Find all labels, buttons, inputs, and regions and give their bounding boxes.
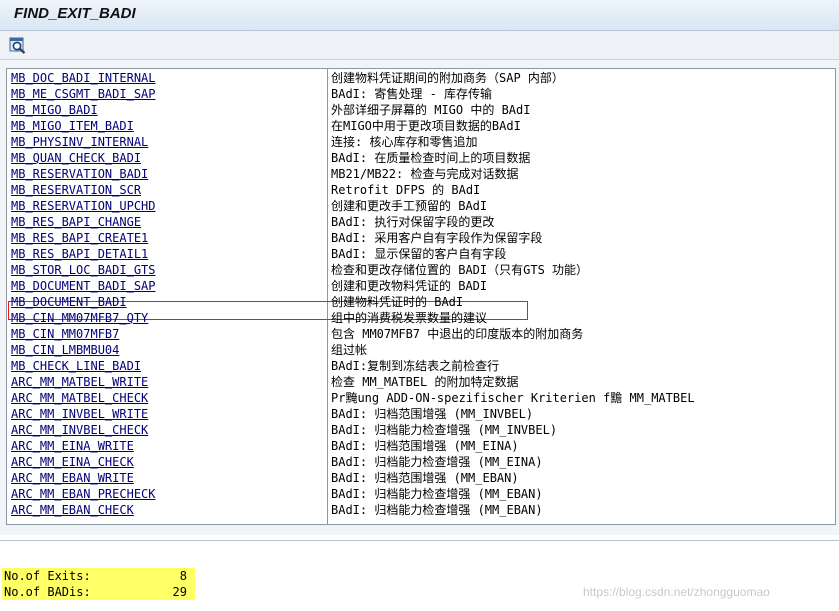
badi-name-link[interactable]: MB_PHYSINV_INTERNAL bbox=[11, 134, 325, 150]
badi-description: BAdI: 归档能力检查增强 (MM_EBAN) bbox=[331, 503, 543, 517]
find-button[interactable] bbox=[9, 36, 27, 54]
table-row: MB_RES_BAPI_DETAIL1 BAdI: 显示保留的客户自有字段 bbox=[7, 246, 835, 262]
badi-description: BAdI: 在质量检查时间上的项目数据 bbox=[331, 151, 531, 165]
table-row: MB_CIN_MM07MFB7 包含 MM07MFB7 中退出的印度版本的附加商务 bbox=[7, 326, 835, 342]
table-row: MB_STOR_LOC_BADI_GTS 检查和更改存储位置的 BADI（只有GT… bbox=[7, 262, 835, 278]
badi-description: BAdI: 寄售处理 - 库存传输 bbox=[331, 87, 493, 101]
table-row: ARC_MM_INVBEL_WRITE BAdI: 归档范围增强 (MM_INVB… bbox=[7, 406, 835, 422]
badi-description: BAdI: 归档范围增强 (MM_INVBEL) bbox=[331, 407, 534, 421]
badi-name-link[interactable]: MB_RES_BAPI_CHANGE bbox=[11, 214, 325, 230]
divider-line bbox=[0, 540, 839, 541]
badi-name-link[interactable]: ARC_MM_EBAN_WRITE bbox=[11, 470, 325, 486]
badi-name-link[interactable]: MB_ME_CSGMT_BADI_SAP bbox=[11, 86, 325, 102]
table-row: ARC_MM_MATBEL_CHECK Pr黤ung ADD-ON-spezifi… bbox=[7, 390, 835, 406]
table-row: MB_RES_BAPI_CREATE1 BAdI: 采用客户自有字段作为保留字段 bbox=[7, 230, 835, 246]
badi-description: 检查和更改存储位置的 BADI（只有GTS 功能） bbox=[331, 263, 589, 277]
badi-name-link[interactable]: MB_STOR_LOC_BADI_GTS bbox=[11, 262, 325, 278]
badi-description: 创建物料凭证时的 BAdI bbox=[331, 295, 464, 309]
badi-description: Retrofit DFPS 的 BAdI bbox=[331, 183, 481, 197]
badi-result-table: MB_DOC_BADI_INTERNAL 创建物料凭证期间的附加商务（SAP 内部… bbox=[6, 68, 836, 525]
table-row: MB_CIN_MM07MFB7_QTY 组中的消费税发票数量的建议 bbox=[7, 310, 835, 326]
table-row: ARC_MM_EBAN_PRECHECK BAdI: 归档能力检查增强 (MM_E… bbox=[7, 486, 835, 502]
table-row: ARC_MM_MATBEL_WRITE 检查 MM_MATBEL 的附加特定数据 bbox=[7, 374, 835, 390]
badi-description: BAdI:复制到冻结表之前检查行 bbox=[331, 359, 500, 373]
title-bar: FIND_EXIT_BADI bbox=[0, 0, 839, 31]
table-row: ARC_MM_EINA_CHECK BAdI: 归档能力检查增强 (MM_EINA… bbox=[7, 454, 835, 470]
table-row: ARC_MM_EBAN_CHECK BAdI: 归档能力检查增强 (MM_EBAN… bbox=[7, 502, 835, 518]
badi-description: 创建物料凭证期间的附加商务（SAP 内部） bbox=[331, 71, 564, 85]
page-title: FIND_EXIT_BADI bbox=[14, 5, 136, 22]
badi-description: BAdI: 执行对保留字段的更改 bbox=[331, 215, 495, 229]
badi-name-link[interactable]: MB_CIN_MM07MFB7 bbox=[11, 326, 325, 342]
badi-description: BAdI: 显示保留的客户自有字段 bbox=[331, 247, 507, 261]
badi-description: 在MIGO中用于更改项目数据的BAdI bbox=[331, 119, 521, 133]
application-toolbar bbox=[0, 31, 839, 60]
badi-description: BAdI: 归档能力检查增强 (MM_EBAN) bbox=[331, 487, 543, 501]
badi-description: 创建和更改物料凭证的 BADI bbox=[331, 279, 488, 293]
table-row: MB_RESERVATION_BADI MB21/MB22: 检查与完成对话数据 bbox=[7, 166, 835, 182]
table-row: ARC_MM_INVBEL_CHECK BAdI: 归档能力检查增强 (MM_IN… bbox=[7, 422, 835, 438]
table-row-highlighted: MB_DOCUMENT_BADI 创建物料凭证时的 BAdI bbox=[7, 294, 835, 310]
badi-description: 创建和更改手工预留的 BAdI bbox=[331, 199, 488, 213]
badi-description: BAdI: 归档范围增强 (MM_EINA) bbox=[331, 439, 519, 453]
badis-count-value: 29 bbox=[172, 585, 187, 599]
badi-name-link[interactable]: MB_DOCUMENT_BADI bbox=[11, 294, 325, 310]
badi-name-link[interactable]: MB_MIGO_BADI bbox=[11, 102, 325, 118]
badi-name-link[interactable]: MB_RES_BAPI_CREATE1 bbox=[11, 230, 325, 246]
exits-count-label: No.of Exits: bbox=[4, 569, 91, 583]
badi-name-link[interactable]: MB_RESERVATION_UPCHD bbox=[11, 198, 325, 214]
badi-name-link[interactable]: ARC_MM_INVBEL_CHECK bbox=[11, 422, 325, 438]
badi-name-link[interactable]: MB_QUAN_CHECK_BADI bbox=[11, 150, 325, 166]
badis-count-row: No.of BADis: 29 bbox=[2, 584, 195, 600]
table-row: ARC_MM_EINA_WRITE BAdI: 归档范围增强 (MM_EINA) bbox=[7, 438, 835, 454]
badis-count-label: No.of BADis: bbox=[4, 585, 91, 599]
badi-name-link[interactable]: ARC_MM_EBAN_CHECK bbox=[11, 502, 325, 518]
badi-name-link[interactable]: MB_RESERVATION_BADI bbox=[11, 166, 325, 182]
badi-description: 包含 MM07MFB7 中退出的印度版本的附加商务 bbox=[331, 327, 584, 341]
table-row: ARC_MM_EBAN_WRITE BAdI: 归档范围增强 (MM_EBAN) bbox=[7, 470, 835, 486]
exits-count-value: 8 bbox=[179, 569, 187, 583]
table-row: MB_DOC_BADI_INTERNAL 创建物料凭证期间的附加商务（SAP 内部… bbox=[7, 70, 835, 86]
table-row: MB_PHYSINV_INTERNAL 连接: 核心库存和零售追加 bbox=[7, 134, 835, 150]
badi-name-link[interactable]: MB_MIGO_ITEM_BADI bbox=[11, 118, 325, 134]
badi-name-link[interactable]: ARC_MM_MATBEL_WRITE bbox=[11, 374, 325, 390]
badi-description: 组过帐 bbox=[331, 343, 368, 357]
watermark: https://blog.csdn.net/zhongguomao bbox=[583, 585, 770, 599]
find-icon bbox=[9, 37, 26, 54]
result-area: MB_DOC_BADI_INTERNAL 创建物料凭证期间的附加商务（SAP 内部… bbox=[0, 60, 839, 535]
badi-description: BAdI: 归档能力检查增强 (MM_INVBEL) bbox=[331, 423, 558, 437]
badi-name-link[interactable]: MB_DOC_BADI_INTERNAL bbox=[11, 70, 325, 86]
table-row: MB_MIGO_BADI 外部详细子屏幕的 MIGO 中的 BAdI bbox=[7, 102, 835, 118]
badi-name-link[interactable]: ARC_MM_EBAN_PRECHECK bbox=[11, 486, 325, 502]
badi-name-link[interactable]: MB_DOCUMENT_BADI_SAP bbox=[11, 278, 325, 294]
table-row: MB_DOCUMENT_BADI_SAP 创建和更改物料凭证的 BADI bbox=[7, 278, 835, 294]
badi-description: 外部详细子屏幕的 MIGO 中的 BAdI bbox=[331, 103, 531, 117]
badi-description: Pr黤ung ADD-ON-spezifischer Kriterien f黵 … bbox=[331, 391, 695, 405]
table-row: MB_MIGO_ITEM_BADI 在MIGO中用于更改项目数据的BAdI bbox=[7, 118, 835, 134]
badi-name-link[interactable]: MB_CHECK_LINE_BADI bbox=[11, 358, 325, 374]
badi-name-link[interactable]: MB_RES_BAPI_DETAIL1 bbox=[11, 246, 325, 262]
badi-name-link[interactable]: MB_CIN_MM07MFB7_QTY bbox=[11, 310, 325, 326]
badi-name-link[interactable]: ARC_MM_EINA_CHECK bbox=[11, 454, 325, 470]
table-row: MB_RESERVATION_UPCHD 创建和更改手工预留的 BAdI bbox=[7, 198, 835, 214]
badi-description: BAdI: 归档范围增强 (MM_EBAN) bbox=[331, 471, 519, 485]
badi-name-link[interactable]: ARC_MM_INVBEL_WRITE bbox=[11, 406, 325, 422]
badi-description: MB21/MB22: 检查与完成对话数据 bbox=[331, 167, 519, 181]
table-row: MB_RES_BAPI_CHANGE BAdI: 执行对保留字段的更改 bbox=[7, 214, 835, 230]
exits-count-row: No.of Exits: 8 bbox=[2, 568, 195, 584]
table-row: MB_RESERVATION_SCR Retrofit DFPS 的 BAdI bbox=[7, 182, 835, 198]
table-row: MB_CHECK_LINE_BADI BAdI:复制到冻结表之前检查行 bbox=[7, 358, 835, 374]
table-row: MB_ME_CSGMT_BADI_SAP BAdI: 寄售处理 - 库存传输 bbox=[7, 86, 835, 102]
badi-description: 组中的消费税发票数量的建议 bbox=[331, 311, 488, 325]
badi-description: 连接: 核心库存和零售追加 bbox=[331, 135, 478, 149]
table-row: MB_QUAN_CHECK_BADI BAdI: 在质量检查时间上的项目数据 bbox=[7, 150, 835, 166]
badi-name-link[interactable]: ARC_MM_MATBEL_CHECK bbox=[11, 390, 325, 406]
table-row: MB_CIN_LMBMBU04 组过帐 bbox=[7, 342, 835, 358]
badi-name-link[interactable]: MB_CIN_LMBMBU04 bbox=[11, 342, 325, 358]
badi-description: BAdI: 归档能力检查增强 (MM_EINA) bbox=[331, 455, 543, 469]
badi-description: 检查 MM_MATBEL 的附加特定数据 bbox=[331, 375, 519, 389]
badi-name-link[interactable]: MB_RESERVATION_SCR bbox=[11, 182, 325, 198]
badi-description: BAdI: 采用客户自有字段作为保留字段 bbox=[331, 231, 543, 245]
badi-name-link[interactable]: ARC_MM_EINA_WRITE bbox=[11, 438, 325, 454]
